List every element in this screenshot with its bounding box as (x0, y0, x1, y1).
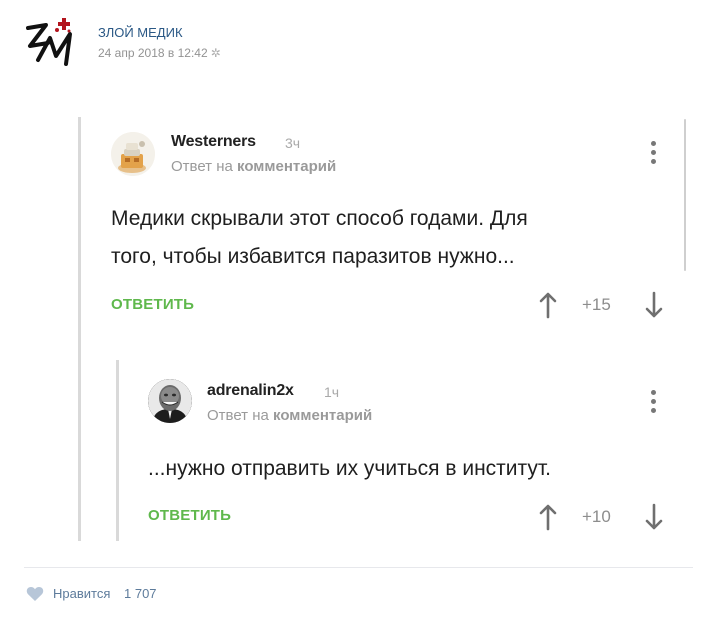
comment-score: +10 (582, 507, 611, 526)
likes-label: Нравится (53, 586, 111, 601)
heart-icon (26, 586, 44, 602)
zm-logo-icon[interactable] (24, 16, 80, 70)
comment-username[interactable]: adrenalin2x (207, 382, 294, 400)
reply-to-line: Ответ на комментарий (207, 407, 372, 424)
likes-count: 1 707 (124, 586, 157, 601)
arrow-down-icon[interactable] (645, 503, 663, 531)
gear-icon[interactable]: ✲ (211, 46, 221, 60)
arrow-up-icon[interactable] (539, 503, 557, 531)
avatar[interactable] (148, 379, 192, 423)
post-date: 24 апр 2018 в 12:42 ✲ (98, 46, 221, 60)
reply-button[interactable]: ОТВЕТИТЬ (148, 507, 231, 524)
comment-adrenalin2x: adrenalin2x 1ч Ответ на комментарий ...н… (0, 105, 717, 557)
post-date-text: 24 апр 2018 в 12:42 (98, 46, 208, 60)
reply-to-target-link[interactable]: комментарий (273, 407, 372, 424)
comment-text-line-1: ...нужно отправить их учиться в институт… (148, 457, 551, 480)
post-footer-divider (24, 567, 693, 568)
more-options-icon[interactable] (648, 390, 658, 416)
reply-to-prefix: Ответ на (207, 407, 269, 424)
comment-time: 1ч (324, 384, 340, 400)
comments-screenshot: Westerners 3ч Ответ на комментарий Медик… (0, 105, 717, 557)
post-author-link[interactable]: ЗЛОЙ МЕДИК (98, 25, 183, 40)
